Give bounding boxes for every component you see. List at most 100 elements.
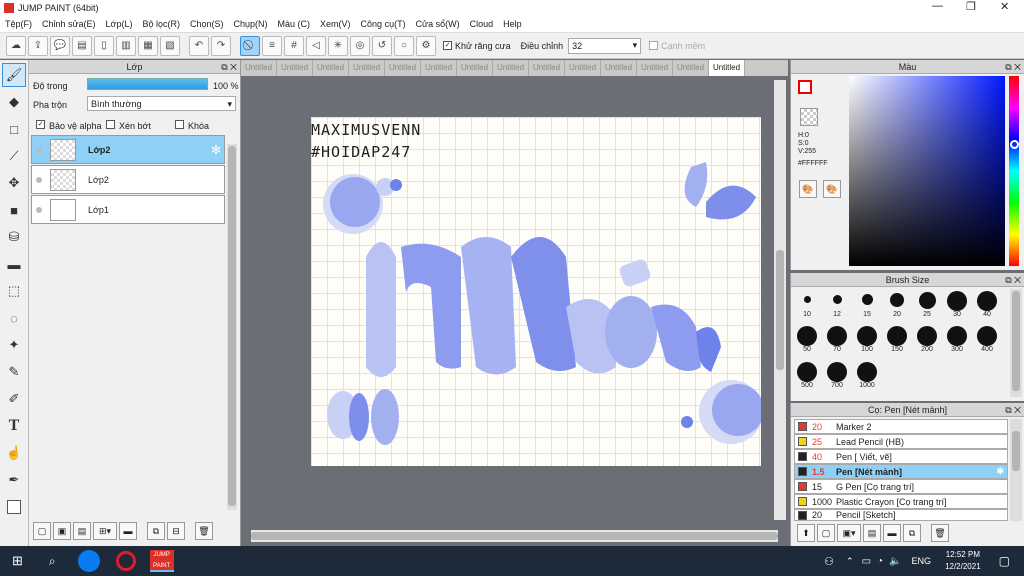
brush-size-option[interactable]: 500	[792, 362, 822, 389]
document-icon[interactable]: ▥	[116, 35, 136, 56]
menu-select[interactable]: Chọn(S)	[190, 19, 224, 29]
tab-untitled-active[interactable]: Untitled	[709, 60, 745, 76]
speech-bubble-icon[interactable]: 💬	[50, 35, 70, 56]
tab-untitled[interactable]: Untitled	[529, 60, 565, 76]
network-icon[interactable]: ◔	[877, 556, 883, 567]
hue-slider[interactable]	[1009, 76, 1019, 266]
palette-icon[interactable]: 🎨	[799, 180, 817, 198]
new-layer-icon[interactable]: ▢	[33, 522, 51, 540]
tab-untitled[interactable]: Untitled	[385, 60, 421, 76]
opacity-slider[interactable]	[87, 78, 208, 90]
panel-close-icon[interactable]: ⧉ ✕	[1005, 403, 1021, 417]
hand-tool-icon[interactable]: ☝	[2, 441, 26, 465]
brush-scrollbar[interactable]	[1010, 289, 1022, 397]
preset-item[interactable]: 20 Pencil [Sketch]	[794, 509, 1008, 521]
menu-view[interactable]: Xem(V)	[320, 19, 351, 29]
minimize-icon[interactable]: —	[932, 0, 943, 12]
line-tool-icon[interactable]: ⟋	[2, 144, 26, 168]
brush-size-option[interactable]: 1000	[852, 362, 882, 389]
tab-untitled[interactable]: Untitled	[457, 60, 493, 76]
preset-item[interactable]: 25 Lead Pencil (HB)	[794, 434, 1008, 449]
clip-checkbox[interactable]	[106, 120, 115, 129]
antialias-checkbox[interactable]: ✓	[443, 41, 452, 50]
visibility-icon[interactable]	[36, 176, 42, 183]
saturation-value-picker[interactable]	[849, 76, 1005, 266]
jump-paint-app-icon[interactable]: JUMP PAINT	[149, 550, 174, 572]
brush-size-option[interactable]: 30	[942, 291, 972, 318]
text-tool-icon[interactable]: T	[2, 414, 26, 438]
primary-color-swatch[interactable]	[798, 80, 812, 94]
close-icon[interactable]: ✕	[1000, 0, 1009, 13]
hue-handle[interactable]	[1010, 140, 1019, 149]
merge-layer-icon[interactable]: ⊟	[167, 522, 185, 540]
brush-size-option[interactable]: 70	[822, 326, 852, 353]
circle-snap-icon[interactable]: ○	[394, 35, 414, 56]
snap-off-icon[interactable]: ⃠	[240, 35, 260, 56]
brush-size-option[interactable]: 200	[912, 326, 942, 353]
people-icon[interactable]: ⚇	[824, 555, 834, 568]
concentric-circle-icon[interactable]: ◎	[350, 35, 370, 56]
panel-close-icon[interactable]: ⧉ ✕	[221, 60, 237, 74]
panel-close-icon[interactable]: ⧉ ✕	[1005, 60, 1021, 74]
language-indicator[interactable]: ENG	[912, 556, 932, 566]
preset-scrollbar[interactable]	[1010, 419, 1022, 521]
menu-window[interactable]: Cửa sổ(W)	[416, 19, 460, 29]
horizontal-scrollbar[interactable]	[251, 530, 778, 542]
fill-rect-tool-icon[interactable]: ■	[2, 198, 26, 222]
volume-icon[interactable]: 🔈	[889, 556, 901, 567]
preset-item[interactable]: 15 G Pen [Cọ trang trí]	[794, 479, 1008, 494]
brush-size-option[interactable]: 40	[972, 291, 1002, 318]
adjust-dropdown[interactable]: 32 ▾	[568, 37, 642, 54]
settings-icon[interactable]: ⚙	[416, 35, 436, 56]
preset-item[interactable]: 1000 Plastic Crayon [Cọ trang trí]	[794, 494, 1008, 509]
brush-size-option[interactable]: 10	[792, 291, 822, 318]
trash-icon[interactable]: 🗑	[195, 522, 213, 540]
preset-item[interactable]: 40 Pen [ Viết, vẽ]	[794, 449, 1008, 464]
redo-icon[interactable]: ↷	[211, 35, 231, 56]
artboard[interactable]: MAXIMUSVENN #HOIDAP247	[311, 117, 761, 466]
preset-item-active[interactable]: 1.5 Pen [Nét mảnh] ✻	[794, 464, 1008, 479]
select-rect-icon[interactable]: ⬚	[2, 279, 26, 303]
export-icon[interactable]: ⇪	[28, 35, 48, 56]
smooth-checkbox[interactable]	[649, 41, 659, 50]
layer-row[interactable]: Lớp2	[31, 165, 225, 194]
text-box-icon[interactable]: ▤	[72, 35, 92, 56]
tab-untitled[interactable]: Untitled	[637, 60, 673, 76]
tab-untitled[interactable]: Untitled	[421, 60, 457, 76]
notification-icon[interactable]: ▢	[999, 554, 1010, 568]
cloud-save-icon[interactable]: ☁	[6, 35, 26, 56]
menu-layer[interactable]: Lớp(L)	[106, 19, 133, 29]
select-eraser-icon[interactable]: ✐	[2, 387, 26, 411]
add-brush-menu-icon[interactable]: ▣▾	[837, 524, 861, 542]
select-pen-icon[interactable]: ✎	[2, 360, 26, 384]
layer-row[interactable]: Lớp2 ✻	[31, 135, 225, 164]
brush-size-option[interactable]: 300	[942, 326, 972, 353]
lock-checkbox[interactable]	[175, 120, 184, 129]
parallel-lines-icon[interactable]: ≡	[262, 35, 282, 56]
menu-edit[interactable]: Chỉnh sửa(E)	[42, 19, 96, 29]
lasso-tool-icon[interactable]: ◌	[2, 306, 26, 330]
menu-cloud[interactable]: Cloud	[470, 19, 494, 29]
preset-item[interactable]: 20 Marker 2	[794, 419, 1008, 434]
eraser-tool-icon[interactable]: ◆	[2, 90, 26, 114]
maximize-icon[interactable]: ❐	[966, 0, 976, 13]
brush-size-option[interactable]: 25	[912, 291, 942, 318]
tray-chevron-icon[interactable]: ⌃	[846, 556, 854, 567]
menu-filter[interactable]: Bộ lọc(R)	[142, 19, 180, 29]
tab-untitled[interactable]: Untitled	[565, 60, 601, 76]
trash-icon[interactable]: 🗑	[931, 524, 949, 542]
tab-untitled[interactable]: Untitled	[313, 60, 349, 76]
menu-capture[interactable]: Chụp(N)	[234, 19, 268, 29]
clock[interactable]: 12:52 PM 12/2/2021	[945, 549, 981, 573]
tab-untitled[interactable]: Untitled	[241, 60, 277, 76]
menu-help[interactable]: Help	[503, 19, 522, 29]
gear-icon[interactable]: ✻	[211, 143, 221, 157]
duplicate-layer-icon[interactable]: ▤	[73, 522, 91, 540]
layer-scrollbar[interactable]	[227, 144, 237, 510]
tab-untitled[interactable]: Untitled	[277, 60, 313, 76]
brush-size-option[interactable]: 100	[852, 326, 882, 353]
page-icon[interactable]: ▯	[94, 35, 114, 56]
color-swatch-icon[interactable]	[2, 495, 26, 519]
brush-size-option[interactable]: 400	[972, 326, 1002, 353]
windows-start-icon[interactable]: ⊞	[12, 553, 23, 569]
